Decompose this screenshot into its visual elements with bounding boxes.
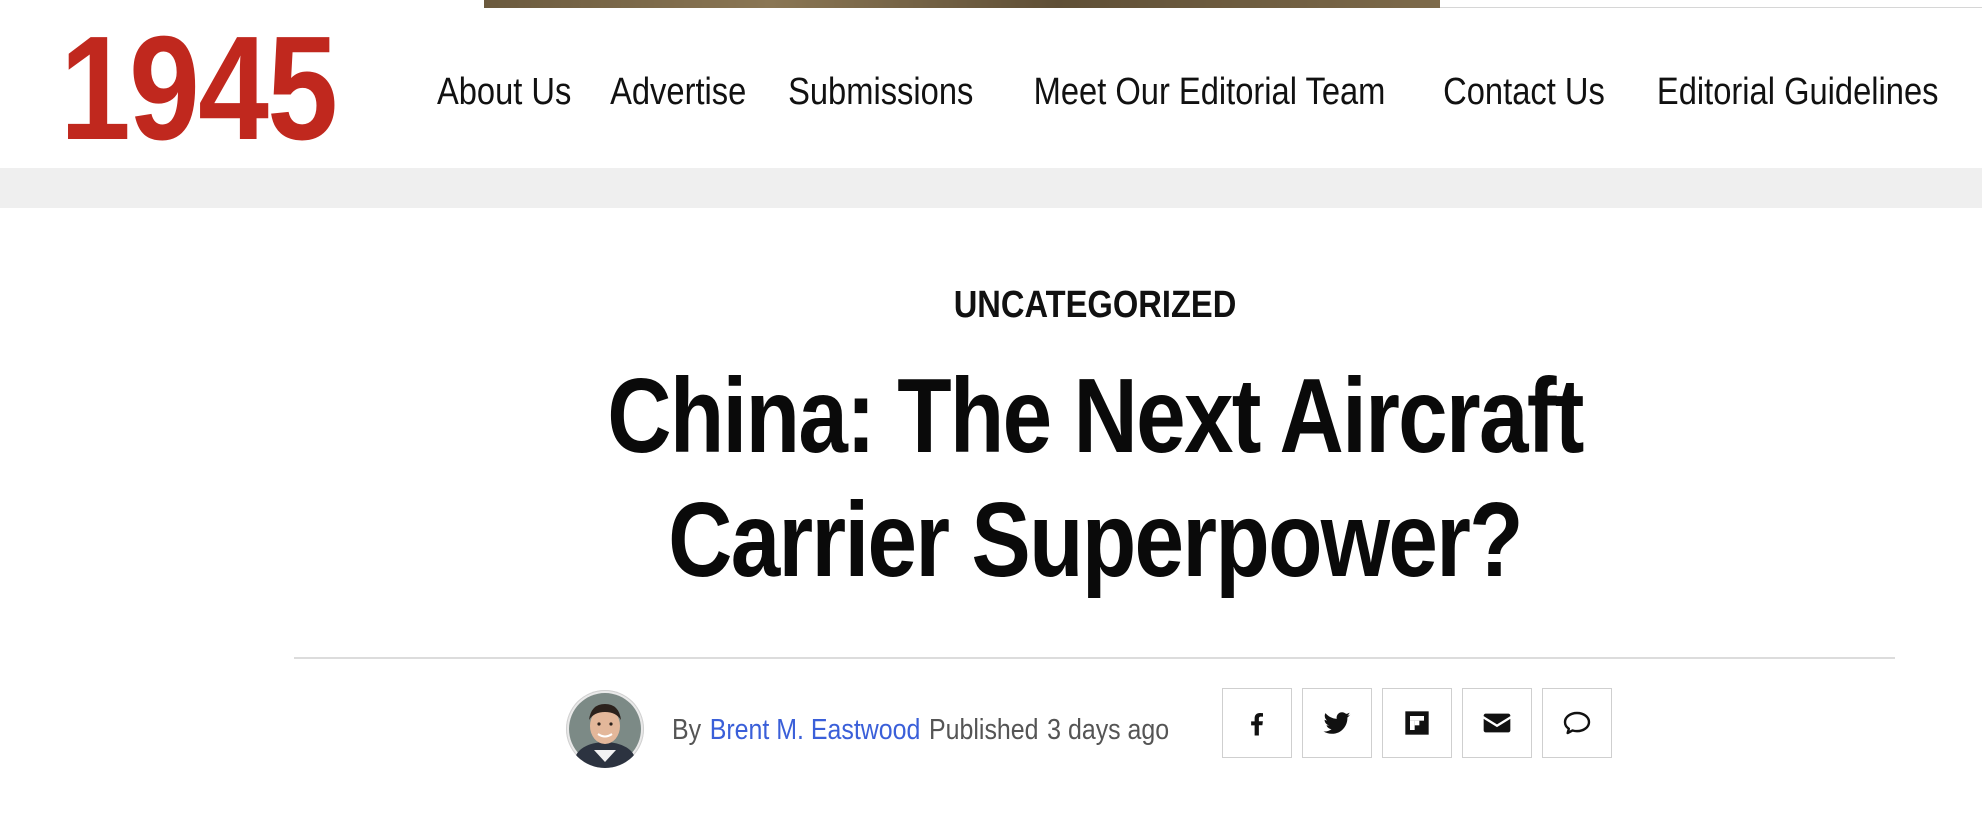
twitter-icon [1323, 712, 1351, 734]
share-flipboard-button[interactable] [1382, 688, 1452, 758]
share-buttons [1222, 688, 1612, 758]
published-label: Published [929, 713, 1039, 746]
article-title-text: China: The Next Aircraft Carrier Superpo… [607, 357, 1584, 599]
article-category[interactable]: UNCATEGORIZED [153, 284, 1982, 327]
nav-item-submissions[interactable]: Submissions [788, 71, 973, 114]
nav-item-contact-us[interactable]: Contact Us [1443, 71, 1605, 114]
published-time: 3 days ago [1047, 713, 1170, 746]
article-category-label[interactable]: UNCATEGORIZED [954, 284, 1237, 326]
facebook-icon [1251, 713, 1263, 736]
byline-by-label: By [672, 713, 702, 746]
flipboard-icon [1405, 711, 1429, 735]
share-comment-button[interactable] [1542, 688, 1612, 758]
email-icon [1483, 713, 1511, 733]
share-facebook-button[interactable] [1222, 688, 1292, 758]
title-divider [294, 657, 1895, 659]
nav-item-about-us[interactable]: About Us [437, 71, 571, 114]
comment-icon [1563, 711, 1591, 735]
share-twitter-button[interactable] [1302, 688, 1372, 758]
nav-item-editorial-guidelines[interactable]: Editorial Guidelines [1657, 71, 1939, 114]
site-header: 1945 About Us Advertise Submissions Meet… [0, 0, 1982, 168]
nav-item-advertise[interactable]: Advertise [610, 71, 746, 114]
header-separator-band [0, 168, 1982, 208]
site-logo[interactable]: 1945 [60, 14, 338, 164]
article-title: China: The Next Aircraft Carrier Superpo… [340, 354, 1850, 602]
main-nav: About Us Advertise Submissions Meet Our … [437, 62, 1945, 122]
share-email-button[interactable] [1462, 688, 1532, 758]
author-avatar-portrait [569, 693, 641, 768]
nav-item-editorial-team[interactable]: Meet Our Editorial Team [1033, 71, 1385, 114]
author-avatar[interactable] [566, 690, 644, 768]
article-byline: By Brent M. Eastwood Published 3 days ag… [672, 710, 1169, 750]
author-link[interactable]: Brent M. Eastwood [710, 714, 921, 747]
